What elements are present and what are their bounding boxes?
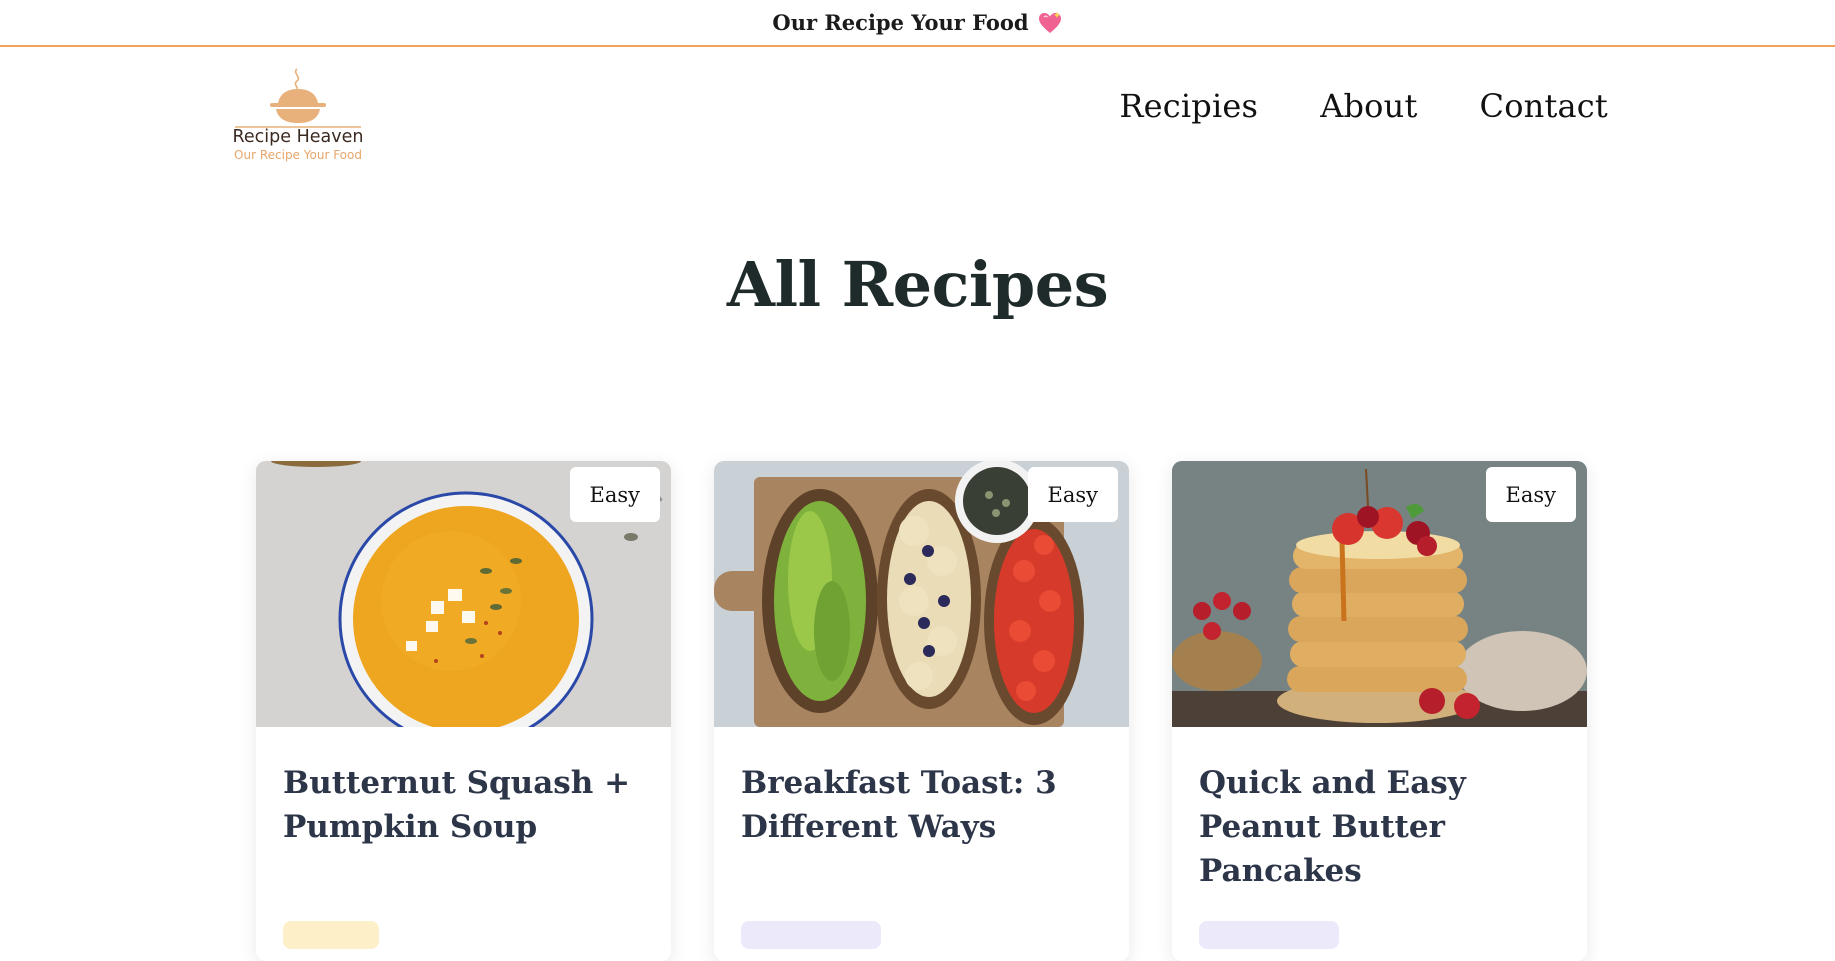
site-logo[interactable]: Recipe Heaven Our Recipe Your Food [232,63,364,163]
nav-link-recipies[interactable]: Recipies [1119,87,1258,125]
pancakes-photo: Easy [1172,461,1587,727]
category-tag[interactable] [283,921,379,949]
difficulty-badge: Easy [569,467,660,522]
recipe-title[interactable]: Quick and Easy Peanut Butter Pancakes [1172,727,1587,893]
nav-link-about[interactable]: About [1320,87,1417,125]
page-title: All Recipes [726,248,1109,321]
breakfast-toast-photo: Easy [714,461,1129,727]
pie-dish-icon [235,68,361,128]
difficulty-badge: Easy [1485,467,1576,522]
main-nav: Recipies About Contact [1119,87,1608,125]
logo-name: Recipe Heaven [232,127,364,147]
site-header: Recipe Heaven Our Recipe Your Food Recip… [0,47,1835,177]
recipe-card[interactable]: Easy Butternut Squash + Pumpkin Soup [256,461,671,961]
category-tag[interactable] [741,921,881,949]
nav-link-contact[interactable]: Contact [1480,87,1608,125]
sparkling-heart-icon [1037,11,1063,35]
recipe-card[interactable]: Easy Breakfast Toast: 3 Different Ways [714,461,1129,961]
recipe-title[interactable]: Breakfast Toast: 3 Different Ways [714,727,1129,849]
announcement-bar: Our Recipe Your Food [0,0,1835,47]
recipe-grid: Easy Butternut Squash + Pumpkin Soup Eas… [256,461,1587,961]
category-tag[interactable] [1199,921,1339,949]
pumpkin-soup-photo: Easy [256,461,671,727]
announcement-text: Our Recipe Your Food [772,10,1029,35]
recipe-title[interactable]: Butternut Squash + Pumpkin Soup [256,727,671,849]
recipe-card[interactable]: Easy Quick and Easy Peanut Butter Pancak… [1172,461,1587,961]
difficulty-badge: Easy [1027,467,1118,522]
logo-tagline: Our Recipe Your Food [234,148,362,162]
